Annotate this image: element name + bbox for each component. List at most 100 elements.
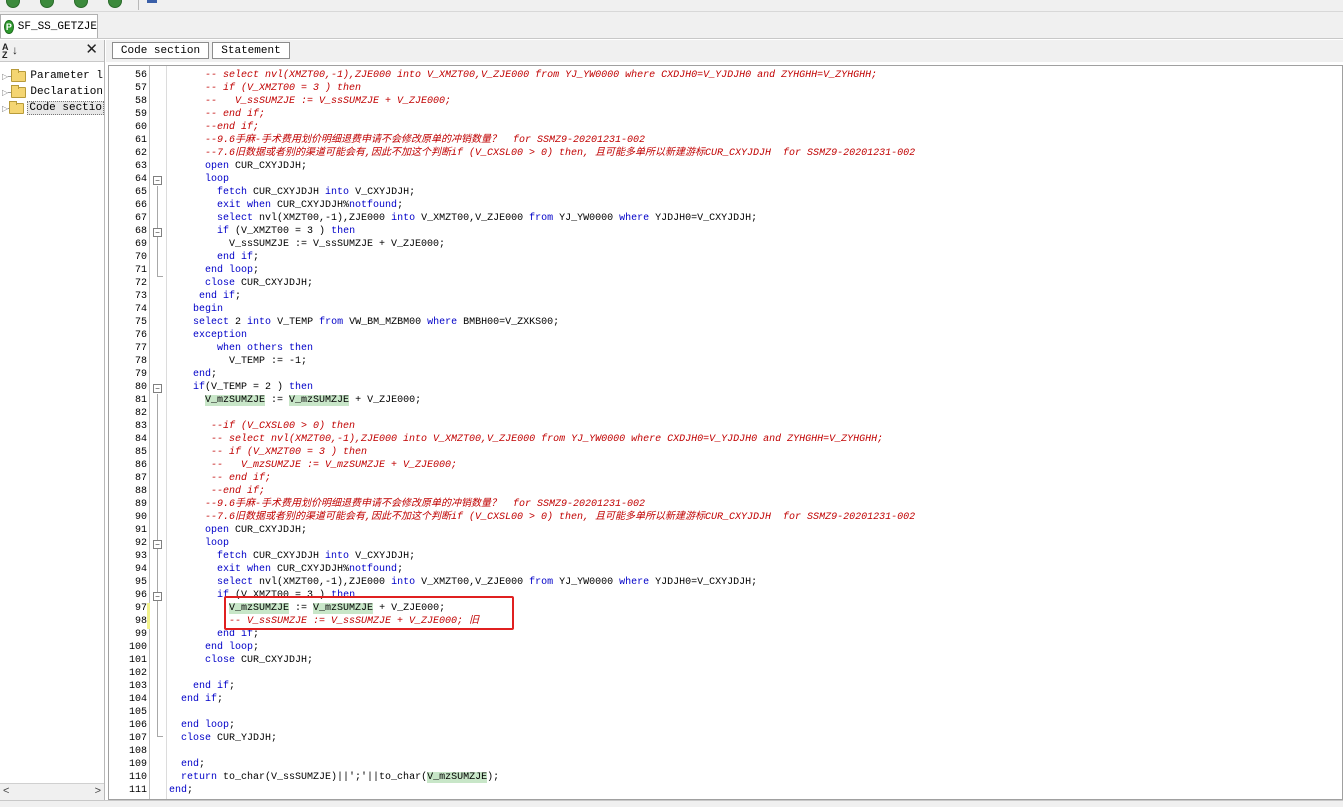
line-number: 98 — [134, 616, 147, 627]
code-line[interactable]: loop — [169, 173, 1342, 186]
code-line[interactable]: -- V_mzSUMZJE := V_mzSUMZJE + V_ZJE000; — [169, 459, 1342, 472]
code-line[interactable]: -- end if; — [169, 472, 1342, 485]
keyword-token: open — [205, 161, 230, 172]
navigator-horizontal-scrollbar[interactable]: < > — [0, 783, 104, 800]
fold-collapse-icon[interactable]: − — [153, 384, 162, 393]
fold-collapse-icon[interactable]: − — [153, 592, 162, 601]
code-editor[interactable]: 56 57 58 59 60 61 62 63 64 65 66 67 68 69 70 71 72 73 74 75… — [108, 65, 1343, 800]
code-line[interactable]: if (V_XMZT00 = 3 ) then — [169, 225, 1342, 238]
code-line[interactable] — [169, 706, 1342, 719]
code-line[interactable]: -- if (V_XMZT00 = 3 ) then — [169, 82, 1342, 95]
code-line[interactable]: close CUR_CXYJDJH; — [169, 654, 1342, 667]
comment-token: -- if (V_XMZT00 = 3 ) then — [205, 83, 362, 94]
code-line[interactable]: V_TEMP := -1; — [169, 355, 1342, 368]
code-line[interactable]: end; — [169, 784, 1342, 797]
code-token: V_CXYJDJH; — [349, 551, 416, 562]
code-line[interactable]: end; — [169, 368, 1342, 381]
code-line[interactable]: --if (V_CXSL00 > 0) then — [169, 420, 1342, 433]
navigator-tree: ▷ Parameter l ▷ Declaration ▷ Code secti… — [0, 62, 104, 116]
code-line[interactable]: V_mzSUMZJE := V_mzSUMZJE + V_ZJE000; — [169, 602, 1342, 615]
code-line[interactable]: exception — [169, 329, 1342, 342]
code-line[interactable]: when others then — [169, 342, 1342, 355]
code-line[interactable]: --7.6旧数据或者别的渠道可能会有,因此不加这个判断if (V_CXSL00 … — [169, 511, 1342, 524]
fold-collapse-icon[interactable]: − — [153, 540, 162, 549]
code-line[interactable]: select nvl(XMZT00,-1),ZJE000 into V_XMZT… — [169, 212, 1342, 225]
code-line[interactable]: end; — [169, 758, 1342, 771]
code-line[interactable]: -- select nvl(XMZT00,-1),ZJE000 into V_X… — [169, 69, 1342, 82]
tab-statement[interactable]: Statement — [212, 42, 290, 59]
green-circle-icon[interactable] — [40, 0, 54, 8]
tree-item-code-section[interactable]: ▷ Code sectio — [0, 100, 104, 116]
code-line[interactable]: end if; — [169, 290, 1342, 303]
comment-token: --9.6手麻-手术费用划价明细退费申请不会修改原单的冲销数量？ for SSM… — [205, 135, 646, 146]
code-token: BMBH00=V_ZXKS00; — [457, 317, 560, 328]
code-line[interactable]: select nvl(XMZT00,-1),ZJE000 into V_XMZT… — [169, 576, 1342, 589]
scroll-left-icon[interactable]: < — [3, 785, 9, 797]
green-circle-icon[interactable] — [6, 0, 20, 8]
code-line[interactable]: V_ssSUMZJE := V_ssSUMZJE + V_ZJE000; — [169, 238, 1342, 251]
code-line[interactable] — [169, 667, 1342, 680]
green-circle-icon[interactable] — [108, 0, 122, 8]
code-line[interactable]: select 2 into V_TEMP from VW_BM_MZBM00 w… — [169, 316, 1342, 329]
tree-item-parameter[interactable]: ▷ Parameter l — [0, 68, 104, 84]
code-line[interactable]: open CUR_CXYJDJH; — [169, 524, 1342, 537]
code-line[interactable] — [169, 407, 1342, 420]
line-number: 111 — [128, 785, 147, 796]
code-line[interactable]: end if; — [169, 628, 1342, 641]
code-line[interactable]: -- V_ssSUMZJE := V_ssSUMZJE + V_ZJE000; … — [169, 615, 1342, 628]
toolbar-extra-icon[interactable] — [147, 0, 157, 3]
code-line[interactable]: fetch CUR_CXYJDJH into V_CXYJDJH; — [169, 186, 1342, 199]
code-line[interactable]: close CUR_CXYJDJH; — [169, 277, 1342, 290]
fold-collapse-icon[interactable]: − — [153, 176, 162, 185]
line-number: 75 — [134, 317, 147, 328]
code-line[interactable]: -- V_ssSUMZJE := V_ssSUMZJE + V_ZJE000; — [169, 95, 1342, 108]
document-tab[interactable]: P SF_SS_GETZJE — [0, 14, 98, 38]
code-line[interactable]: -- if (V_XMZT00 = 3 ) then — [169, 446, 1342, 459]
code-line[interactable]: exit when CUR_CXYJDJH%notfound; — [169, 563, 1342, 576]
code-line[interactable] — [169, 745, 1342, 758]
code-line[interactable]: loop — [169, 537, 1342, 550]
keyword-token: into — [391, 577, 416, 588]
code-token: ; — [229, 681, 236, 692]
code-line[interactable]: --end if; — [169, 121, 1342, 134]
code-line[interactable]: -- end if; — [169, 108, 1342, 121]
code-line[interactable]: end if; — [169, 693, 1342, 706]
code-line[interactable]: end if; — [169, 251, 1342, 264]
line-number: 104 — [128, 694, 147, 705]
close-icon[interactable]: ✕ — [85, 42, 98, 58]
line-number: 62 — [134, 148, 147, 159]
code-line[interactable]: V_mzSUMZJE := V_mzSUMZJE + V_ZJE000; — [169, 394, 1342, 407]
code-line[interactable]: if(V_TEMP = 2 ) then — [169, 381, 1342, 394]
tree-item-declaration[interactable]: ▷ Declaration — [0, 84, 104, 100]
fold-collapse-icon[interactable]: − — [153, 228, 162, 237]
code-line[interactable]: end if; — [169, 680, 1342, 693]
code-text-area[interactable]: -- select nvl(XMZT00,-1),ZJE000 into V_X… — [169, 69, 1342, 797]
sort-az-icon[interactable]: A Z ↓ — [2, 43, 18, 60]
code-line[interactable]: exit when CUR_CXYJDJH%notfound; — [169, 199, 1342, 212]
code-line[interactable]: return to_char(V_ssSUMZJE)||';'||to_char… — [169, 771, 1342, 784]
code-line[interactable]: begin — [169, 303, 1342, 316]
code-line[interactable]: end loop; — [169, 264, 1342, 277]
code-line[interactable]: open CUR_CXYJDJH; — [169, 160, 1342, 173]
code-line[interactable]: --9.6手麻-手术费用划价明细退费申请不会修改原单的冲销数量？ for SSM… — [169, 498, 1342, 511]
code-line[interactable]: --9.6手麻-手术费用划价明细退费申请不会修改原单的冲销数量？ for SSM… — [169, 134, 1342, 147]
line-number: 85 — [134, 447, 147, 458]
code-line[interactable]: --7.6旧数据或者别的渠道可能会有,因此不加这个判断if (V_CXSL00 … — [169, 147, 1342, 160]
code-line[interactable]: if (V_XMZT00 = 3 ) then — [169, 589, 1342, 602]
tab-code-section[interactable]: Code section — [112, 42, 209, 59]
scroll-right-icon[interactable]: > — [95, 785, 101, 797]
code-line[interactable]: end loop; — [169, 641, 1342, 654]
code-token: V_XMZT00,V_ZJE000 — [415, 213, 530, 224]
code-line[interactable]: fetch CUR_CXYJDJH into V_CXYJDJH; — [169, 550, 1342, 563]
code-line[interactable]: close CUR_YJDJH; — [169, 732, 1342, 745]
keyword-token: end — [169, 785, 188, 796]
keyword-token: into — [325, 551, 350, 562]
code-line[interactable]: --end if; — [169, 485, 1342, 498]
code-line[interactable]: -- select nvl(XMZT00,-1),ZJE000 into V_X… — [169, 433, 1342, 446]
code-line[interactable]: end loop; — [169, 719, 1342, 732]
green-circle-icon[interactable] — [74, 0, 88, 8]
